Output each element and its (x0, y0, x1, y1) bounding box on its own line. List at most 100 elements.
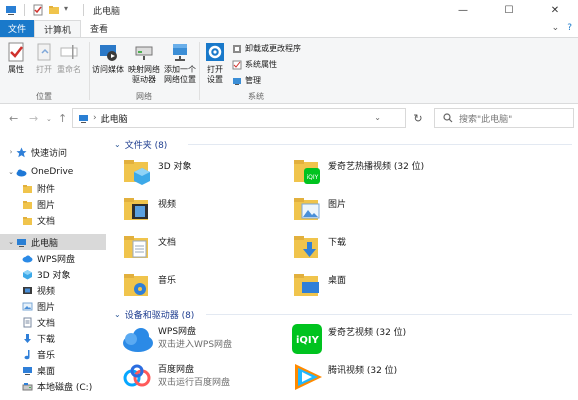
help-icon[interactable]: ? (567, 23, 572, 33)
rename-button[interactable]: 重命名 (57, 41, 81, 75)
folder-iqiyi-hot[interactable]: iQIY 爱奇艺热播视频 (32 位) (292, 156, 424, 186)
address-bar[interactable]: › 此电脑 ⌄ (72, 108, 406, 128)
devices-section-header[interactable]: ⌄ 设备和驱动器 (8) (114, 308, 194, 321)
nav-onedrive[interactable]: ⌄ OneDrive (0, 164, 106, 180)
app-icon[interactable] (5, 4, 17, 16)
location-group-label: 位置 (36, 92, 52, 101)
back-arrow-icon[interactable]: ← (9, 112, 18, 125)
content-pane: ⌄ 文件夹 (8) 3D 对象 iQIY 爱奇艺热播视频 (32 位) 视频 图… (108, 131, 578, 400)
nav-wps-drive[interactable]: WPS网盘 (0, 250, 106, 266)
tab-computer[interactable]: 计算机 (34, 20, 82, 37)
quick-access-toolbar: ▾ (0, 4, 87, 16)
nav-pictures[interactable]: 图片 (0, 298, 106, 314)
folder-icon (23, 200, 32, 209)
refresh-icon: ↻ (413, 111, 423, 125)
expand-chevron-icon[interactable]: ⌄ (6, 168, 16, 176)
folder-video-icon (124, 198, 148, 220)
network-group: 访问媒体 映射网络 驱动器 添加一个 网络位置 网络 (90, 38, 198, 104)
properties-quick-icon[interactable] (32, 4, 44, 16)
manage-icon (233, 77, 241, 85)
collapse-chevron-icon[interactable]: ⌄ (114, 140, 121, 149)
device-tencent-video[interactable]: 腾讯视频 (32 位) (290, 361, 397, 393)
nav-music[interactable]: 音乐 (0, 346, 106, 362)
address-row: ← → ⌄ ↑ › 此电脑 ⌄ ↻ 搜索"此电脑" (0, 105, 578, 131)
media-icon (100, 45, 117, 61)
system-properties-button[interactable]: 系统属性 (232, 59, 277, 70)
folder-download-icon (294, 236, 318, 258)
ribbon-tabs: 文件 计算机 查看 ⌄ ? (0, 20, 578, 37)
new-folder-quick-icon[interactable] (48, 4, 60, 16)
document-icon (23, 317, 32, 327)
tencent-video-icon (295, 364, 322, 390)
computer-icon (79, 114, 88, 123)
map-network-drive-button[interactable]: 映射网络 驱动器 (128, 41, 160, 85)
nav-3d-objects[interactable]: 3D 对象 (0, 266, 106, 282)
minimize-button[interactable]: — (440, 0, 486, 20)
folder-music[interactable]: 音乐 (122, 270, 176, 300)
up-arrow-icon[interactable]: ↑ (58, 112, 67, 125)
chevron-down-icon[interactable]: ⌄ (552, 23, 560, 33)
collapse-chevron-icon[interactable]: ⌄ (114, 310, 121, 319)
manage-button[interactable]: 管理 (232, 75, 261, 86)
nav-attachments[interactable]: 附件 (0, 180, 106, 196)
baidu-cloud-icon (123, 364, 151, 387)
gear-icon (206, 43, 224, 61)
expand-chevron-icon[interactable]: › (6, 148, 16, 156)
nav-downloads[interactable]: 下载 (0, 330, 106, 346)
folders-section-header[interactable]: ⌄ 文件夹 (8) (114, 138, 167, 151)
nav-local-disk-c[interactable]: 本地磁盘 (C:) (0, 378, 106, 394)
folder-3d-objects[interactable]: 3D 对象 (122, 156, 192, 186)
close-button[interactable]: ✕ (532, 0, 578, 20)
device-name: 爱奇艺视频 (32 位) (328, 327, 407, 338)
nav-onedrive-documents[interactable]: 文档 (0, 212, 106, 228)
add-network-location-button[interactable]: 添加一个 网络位置 (164, 41, 196, 85)
wps-cloud-icon (123, 328, 153, 352)
recent-locations-chevron-icon[interactable]: ⌄ (46, 115, 52, 123)
address-dropdown-icon[interactable]: ⌄ (374, 113, 381, 122)
network-drive-icon (135, 46, 153, 60)
access-media-button[interactable]: 访问媒体 (92, 41, 124, 75)
folder-desktop[interactable]: 桌面 (292, 270, 346, 300)
film-icon (23, 286, 32, 294)
search-box[interactable]: 搜索"此电脑" (434, 108, 574, 128)
navigation-pane: › 快速访问 ⌄ OneDrive 附件 图片 文档 ⌄ 此电脑 WPS网盘 3… (0, 136, 106, 400)
folder-desktop-icon (294, 274, 319, 296)
nav-this-pc[interactable]: ⌄ 此电脑 (0, 234, 106, 250)
device-baidu-drive[interactable]: 百度网盘 双击运行百度网盘 (120, 361, 230, 393)
programs-icon (233, 44, 241, 53)
nav-desktop[interactable]: 桌面 (0, 362, 106, 378)
tab-view[interactable]: 查看 (81, 20, 117, 37)
nav-documents[interactable]: 文档 (0, 314, 106, 330)
search-placeholder: 搜索"此电脑" (459, 114, 513, 125)
forward-arrow-icon[interactable]: → (29, 112, 38, 125)
ribbon-right-controls: ⌄ ? (552, 23, 572, 33)
cloud-icon (16, 169, 27, 176)
device-wps-drive[interactable]: WPS网盘 双击进入WPS网盘 (120, 323, 232, 355)
divider (83, 4, 84, 16)
folder-3d-icon (124, 160, 150, 185)
title-bar: ▾ 此电脑 — ☐ ✕ (0, 0, 578, 20)
folder-downloads[interactable]: 下载 (292, 232, 346, 262)
open-button[interactable]: 打开 (33, 41, 55, 75)
device-subtitle: 双击运行百度网盘 (158, 378, 231, 388)
uninstall-program-button[interactable]: 卸载或更改程序 (232, 43, 301, 54)
refresh-button[interactable]: ↻ (408, 108, 428, 128)
divider (24, 4, 25, 16)
nav-quick-access[interactable]: › 快速访问 (0, 144, 106, 160)
properties-button[interactable]: 属性 (5, 41, 27, 75)
chevron-down-icon[interactable]: ▾ (64, 4, 76, 16)
folder-videos[interactable]: 视频 (122, 194, 176, 224)
folder-documents[interactable]: 文档 (122, 232, 176, 262)
open-settings-button[interactable]: 打开 设置 (204, 41, 226, 85)
expand-chevron-icon[interactable]: ⌄ (6, 238, 16, 246)
picture-icon (22, 302, 33, 310)
nav-videos[interactable]: 视频 (0, 282, 106, 298)
device-iqiyi[interactable]: iQIY 爱奇艺视频 (32 位) (290, 323, 406, 355)
device-name: WPS网盘 (158, 327, 197, 337)
tab-file[interactable]: 文件 (0, 20, 34, 37)
breadcrumb-separator-icon[interactable]: › (93, 113, 97, 123)
folder-pictures[interactable]: 图片 (292, 194, 346, 224)
breadcrumb-this-pc[interactable]: 此电脑 (101, 112, 128, 125)
maximize-button[interactable]: ☐ (486, 0, 532, 20)
nav-onedrive-pictures[interactable]: 图片 (0, 196, 106, 212)
